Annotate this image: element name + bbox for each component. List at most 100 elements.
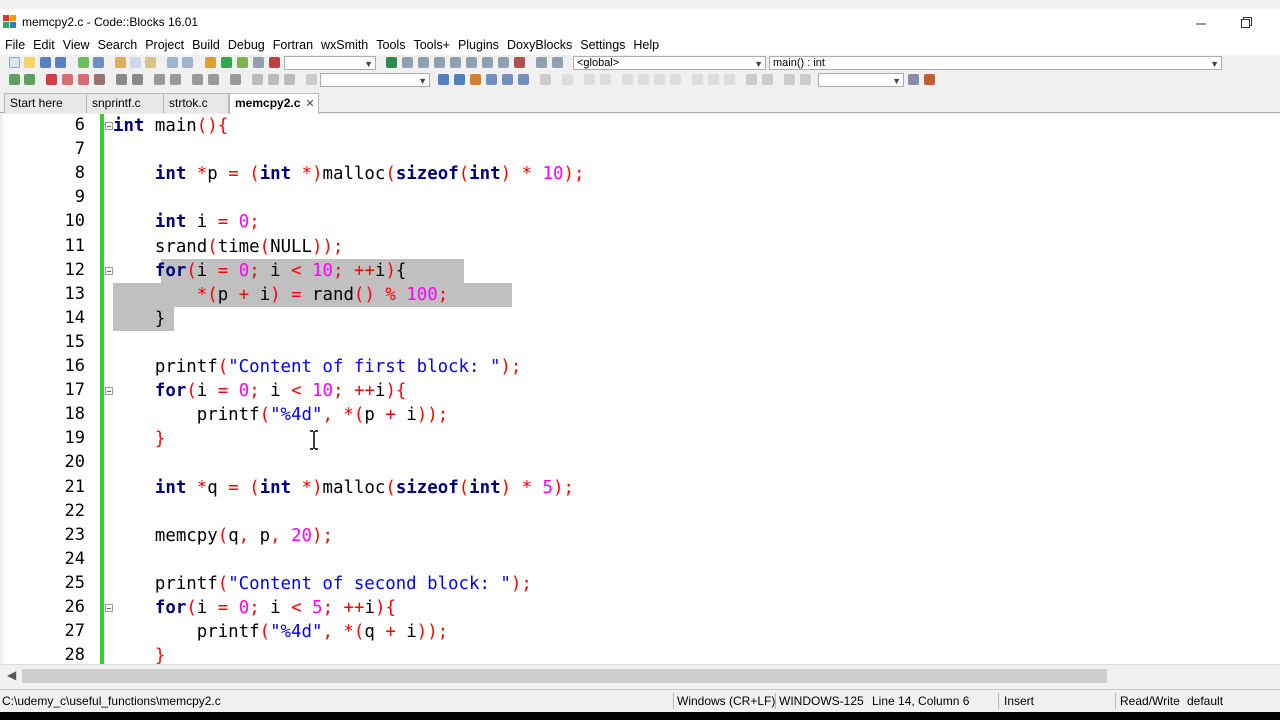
find-icon[interactable] xyxy=(167,57,178,68)
debug-windows-icon[interactable] xyxy=(536,57,547,68)
layout-icon[interactable] xyxy=(600,74,611,85)
selected-text-icon[interactable] xyxy=(486,74,497,85)
html-icon[interactable] xyxy=(540,74,551,85)
pause-icon[interactable] xyxy=(498,57,509,68)
menu-plugins[interactable]: Plugins xyxy=(458,37,499,54)
menu-view[interactable]: View xyxy=(63,37,90,54)
build-icon[interactable] xyxy=(205,57,216,68)
debug-run-icon[interactable] xyxy=(386,57,397,68)
jump-forward-icon[interactable] xyxy=(24,74,35,85)
abort-icon[interactable] xyxy=(269,57,280,68)
stop-debugger-icon[interactable] xyxy=(514,57,525,68)
highlight-pen-icon[interactable] xyxy=(470,74,481,85)
code-editor[interactable]: 6 7 8 9 10 11 12 13 14 15 16 17 18 19 20 21 22 23 24 25 26 27… xyxy=(3,114,1280,664)
breakpoint-icon[interactable] xyxy=(268,74,279,85)
doxy-combo[interactable]: ▼ xyxy=(818,73,904,87)
copy-icon[interactable] xyxy=(130,57,141,68)
toggle-bookmark-icon[interactable] xyxy=(46,74,57,85)
code-line[interactable]: int main(){ xyxy=(113,114,228,138)
sizer-icon[interactable] xyxy=(638,74,649,85)
code-line[interactable]: srand(time(NULL)); xyxy=(113,235,344,259)
code-line[interactable]: *(p + i) = rand() % 100; xyxy=(113,283,448,307)
find-next-icon[interactable] xyxy=(454,74,465,85)
code-line[interactable]: int *p = (int *)malloc(sizeof(int) * 10)… xyxy=(113,162,585,186)
code-line[interactable]: } xyxy=(113,307,165,331)
undo-icon[interactable] xyxy=(78,57,89,68)
open-file-icon[interactable] xyxy=(24,57,35,68)
next-line-icon[interactable] xyxy=(418,57,429,68)
tab-memcpy2[interactable]: memcpy2.c ✕ xyxy=(229,93,319,114)
search-combo[interactable]: ▼ xyxy=(320,73,430,87)
zoom-in-icon[interactable] xyxy=(746,74,757,85)
menu-file[interactable]: File xyxy=(5,37,25,54)
step-instruction-icon[interactable] xyxy=(482,57,493,68)
scroll-left-icon[interactable]: ◀ xyxy=(7,668,16,682)
run-icon[interactable] xyxy=(221,57,232,68)
code-line[interactable]: printf("Content of second block: "); xyxy=(113,572,532,596)
function-combo[interactable]: main() : int ▼ xyxy=(769,56,1222,70)
scope-combo[interactable]: <global> ▼ xyxy=(573,56,766,70)
redo-icon[interactable] xyxy=(93,57,104,68)
menu-doxyblocks[interactable]: DoxyBlocks xyxy=(507,37,572,54)
step-forward-icon[interactable] xyxy=(284,74,295,85)
toggle-comment-icon[interactable] xyxy=(192,74,203,85)
tab-start-here[interactable]: Start here xyxy=(4,93,90,113)
fold-toggle-icon[interactable] xyxy=(105,266,113,275)
menu-build[interactable]: Build xyxy=(192,37,220,54)
stream-comment-icon[interactable] xyxy=(208,74,219,85)
menu-search[interactable]: Search xyxy=(98,37,138,54)
cut-icon[interactable] xyxy=(115,57,126,68)
paste-icon[interactable] xyxy=(145,57,156,68)
restore-button[interactable] xyxy=(1224,9,1270,37)
menu-help[interactable]: Help xyxy=(633,37,659,54)
doxy-extract-icon[interactable] xyxy=(924,74,935,85)
code-line[interactable]: printf("%4d", *(p + i)); xyxy=(113,403,448,427)
save-all-icon[interactable] xyxy=(55,57,66,68)
replace-icon[interactable] xyxy=(182,57,193,68)
menu-edit[interactable]: Edit xyxy=(33,37,55,54)
run-to-cursor-icon[interactable] xyxy=(402,57,413,68)
menu-settings[interactable]: Settings xyxy=(580,37,625,54)
next-instruction-icon[interactable] xyxy=(466,57,477,68)
widget-icon[interactable] xyxy=(622,74,633,85)
scrollbar-thumb[interactable] xyxy=(22,669,1107,683)
menu-debug[interactable]: Debug xyxy=(228,37,265,54)
comment-icon[interactable] xyxy=(154,74,165,85)
match-case-icon[interactable] xyxy=(502,74,513,85)
step-into-icon[interactable] xyxy=(434,57,445,68)
code-line[interactable]: memcpy(q, p, 20); xyxy=(113,524,333,548)
frame-icon[interactable] xyxy=(692,74,703,85)
symbol-c-icon[interactable] xyxy=(800,74,811,85)
search-mode-icon[interactable] xyxy=(306,74,317,85)
code-line[interactable]: for(i = 0; i < 5; ++i){ xyxy=(113,596,396,620)
fold-toggle-icon[interactable] xyxy=(105,604,113,612)
panel2-icon[interactable] xyxy=(724,74,735,85)
doxywizard-icon[interactable] xyxy=(908,74,919,85)
highlight-icon[interactable] xyxy=(132,74,143,85)
code-line[interactable]: for(i = 0; i < 10; ++i){ xyxy=(113,379,407,403)
build-run-icon[interactable] xyxy=(237,57,248,68)
image-icon[interactable] xyxy=(562,74,573,85)
uncomment-icon[interactable] xyxy=(170,74,181,85)
menu-wxsmith[interactable]: wxSmith xyxy=(321,37,368,54)
step-out-icon[interactable] xyxy=(450,57,461,68)
build-target-combo[interactable]: ▼ xyxy=(284,56,376,70)
menu-tools-plus[interactable]: Tools+ xyxy=(413,37,449,54)
code-line[interactable]: int i = 0; xyxy=(113,210,260,234)
debug-info-icon[interactable] xyxy=(552,57,563,68)
code-line[interactable]: for(i = 0; i < 10; ++i){ xyxy=(113,259,407,283)
clear-bookmarks-icon[interactable] xyxy=(94,74,105,85)
code-line[interactable]: printf("%4d", *(q + i)); xyxy=(113,620,448,644)
grid-icon[interactable] xyxy=(670,74,681,85)
spacer-icon[interactable] xyxy=(654,74,665,85)
fold-toggle-icon[interactable] xyxy=(105,387,113,396)
tab-strtok[interactable]: strtok.c xyxy=(163,93,229,113)
zoom-out-icon[interactable] xyxy=(762,74,773,85)
box-comment-icon[interactable] xyxy=(230,74,241,85)
dialog-icon[interactable] xyxy=(708,74,719,85)
symbol-s-icon[interactable] xyxy=(784,74,795,85)
menu-fortran[interactable]: Fortran xyxy=(273,37,313,54)
rebuild-icon[interactable] xyxy=(253,57,264,68)
save-icon[interactable] xyxy=(40,57,51,68)
jump-back-icon[interactable] xyxy=(9,74,20,85)
